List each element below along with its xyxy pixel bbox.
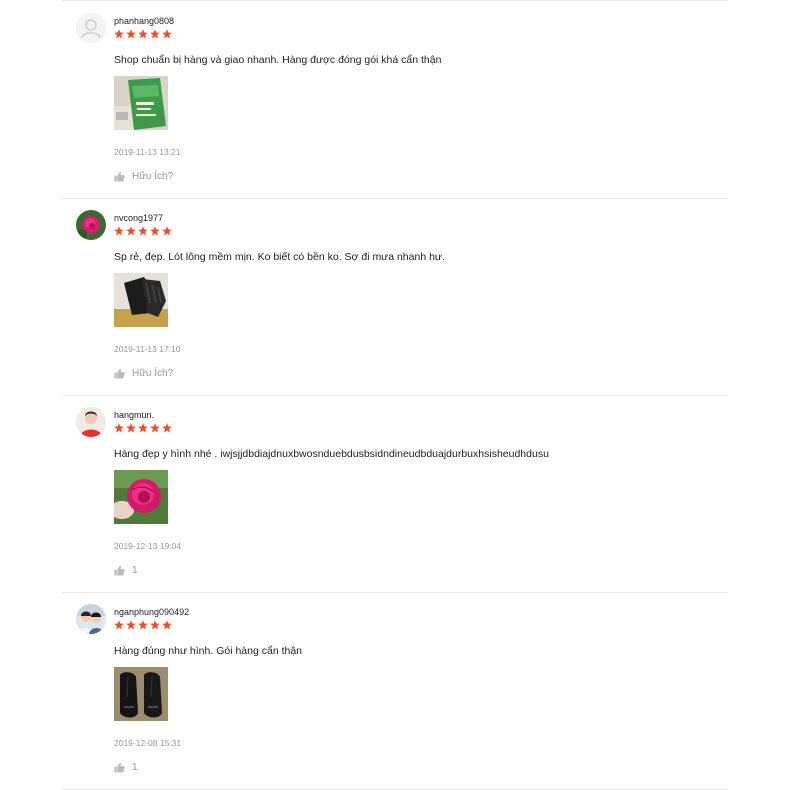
review-username[interactable]: nganphung090492 — [114, 607, 189, 618]
review-photo[interactable] — [114, 667, 168, 721]
star-icon — [150, 29, 160, 39]
review-comment: Hàng đẹp y hình nhé . iwjsjjdbdiajdnuxbw… — [114, 448, 549, 460]
star-icon — [114, 620, 124, 630]
review-comment: Hàng đúng như hình. Gói hàng cẩn thận — [114, 645, 303, 657]
star-icon — [114, 423, 124, 433]
star-icon — [162, 423, 172, 433]
star-icon — [126, 620, 136, 630]
star-icon — [162, 620, 172, 630]
review-time: 2019-12-08 15:31 — [114, 738, 182, 748]
review-photo[interactable] — [114, 76, 168, 130]
rating-stars — [114, 226, 172, 236]
rating-stars — [114, 423, 172, 433]
star-icon — [138, 29, 148, 39]
review-username[interactable]: phanhang0808 — [114, 16, 174, 27]
star-icon — [126, 226, 136, 236]
user-avatar-icon[interactable] — [76, 604, 106, 634]
star-icon — [138, 620, 148, 630]
user-avatar-icon[interactable] — [76, 13, 106, 43]
thumbs-up-icon — [114, 565, 125, 576]
helpful-label: Hữu Ích? — [132, 171, 174, 182]
helpful-button[interactable]: Hữu Ích? — [114, 368, 173, 379]
user-avatar-icon[interactable] — [76, 407, 106, 437]
review-time: 2019-12-13 19:04 — [114, 541, 182, 551]
review-comment: Shop chuẩn bị hàng và giao nhanh. Hàng đ… — [114, 54, 442, 66]
thumbs-up-icon — [114, 762, 125, 773]
review-photo[interactable] — [114, 470, 168, 524]
review-comment: Sp rẻ, đẹp. Lót lông mềm mịn. Ko biết có… — [114, 251, 445, 263]
star-icon — [162, 226, 172, 236]
helpful-count: 1 — [132, 565, 138, 576]
review-time: 2019-11-13 17:10 — [114, 344, 181, 354]
star-icon — [126, 29, 136, 39]
helpful-label: Hữu Ích? — [132, 368, 174, 379]
star-icon — [162, 29, 172, 39]
helpful-button[interactable]: Hữu Ích? — [114, 171, 173, 182]
review-username[interactable]: nvcong1977 — [114, 213, 163, 224]
rating-stars — [114, 29, 172, 39]
thumbs-up-icon — [114, 171, 125, 182]
star-icon — [114, 29, 124, 39]
review-item: hangmun. Hàng đẹp y hình nhé . iwjsjjdbd… — [62, 395, 728, 593]
star-icon — [126, 423, 136, 433]
review-item: phanhang0808 Shop chuẩn bị hàng và giao … — [62, 1, 728, 199]
review-username[interactable]: hangmun. — [114, 410, 154, 421]
review-item: nganphung090492 Hàng đúng như hình. Gói … — [62, 592, 728, 790]
helpful-button[interactable]: 1 — [114, 565, 138, 576]
star-icon — [150, 620, 160, 630]
helpful-count: 1 — [132, 762, 138, 773]
rating-stars — [114, 620, 172, 630]
star-icon — [150, 226, 160, 236]
user-avatar-icon[interactable] — [76, 210, 106, 240]
thumbs-up-icon — [114, 368, 125, 379]
star-icon — [138, 423, 148, 433]
review-photo[interactable] — [114, 273, 168, 327]
review-time: 2019-11-13 13:21 — [114, 147, 181, 157]
star-icon — [150, 423, 160, 433]
star-icon — [114, 226, 124, 236]
star-icon — [138, 226, 148, 236]
review-item: nvcong1977 Sp rẻ, đẹp. Lót lông mềm mịn.… — [62, 198, 728, 396]
helpful-button[interactable]: 1 — [114, 762, 138, 773]
